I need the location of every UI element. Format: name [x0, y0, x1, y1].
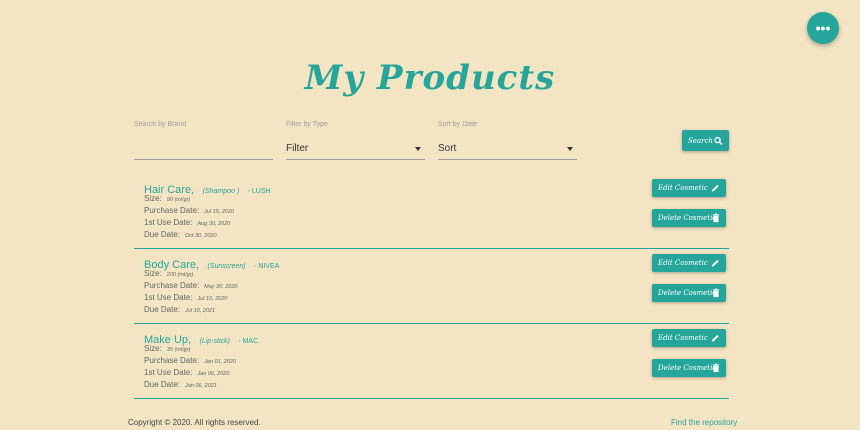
- brand-search-label: Search by Brand: [134, 121, 187, 128]
- edit-cosmetic-button[interactable]: Edit Cosmetic: [652, 254, 726, 272]
- copyright-text: Copyright © 2020. All rights reserved.: [128, 418, 261, 427]
- purchase-date-value: May 30, 2020: [204, 284, 238, 290]
- purchase-date-value: Jan 01, 2020: [204, 359, 236, 365]
- edit-cosmetic-label: Edit Cosmetic: [658, 334, 708, 342]
- product-type: (Sunscreen): [207, 263, 246, 270]
- trash-icon: [712, 288, 720, 298]
- type-filter-field[interactable]: Filter by Type Filter: [286, 121, 425, 160]
- first-use-date-label: 1st Use Date:: [144, 293, 193, 302]
- size-label: Size:: [144, 269, 162, 278]
- size-label: Size:: [144, 344, 162, 353]
- brand-search-field[interactable]: Search by Brand: [134, 121, 273, 160]
- delete-cosmetic-label: Delete Cosmetic: [658, 364, 717, 372]
- more-horiz-icon: •••: [815, 20, 831, 36]
- repository-link[interactable]: Find the repository: [671, 418, 737, 427]
- product-brand: - NIVEA: [254, 263, 280, 270]
- edit-cosmetic-label: Edit Cosmetic: [658, 259, 708, 267]
- due-date-label: Due Date:: [144, 305, 181, 314]
- due-date-value: Oct 30, 2020: [185, 233, 217, 239]
- size-value: 35 (ml/gr): [166, 347, 191, 353]
- more-options-button[interactable]: •••: [807, 12, 839, 44]
- due-date-value: Jul 10, 2021: [185, 308, 215, 314]
- first-use-date-value: Aug 30, 2020: [197, 221, 231, 227]
- purchase-date-label: Purchase Date:: [144, 281, 200, 290]
- size-value: 200 (ml/gr): [166, 272, 194, 278]
- type-filter-value: Filter: [286, 143, 309, 154]
- delete-cosmetic-button[interactable]: Delete Cosmetic: [652, 284, 726, 302]
- date-sort-value: Sort: [438, 143, 457, 154]
- delete-cosmetic-button[interactable]: Delete Cosmetic: [652, 209, 726, 227]
- pencil-icon: [711, 259, 719, 267]
- edit-cosmetic-label: Edit Cosmetic: [658, 184, 708, 192]
- page-title: My Products: [304, 58, 556, 98]
- first-use-date-label: 1st Use Date:: [144, 218, 193, 227]
- product-type: (Shampoo ): [202, 188, 240, 195]
- product-type: (Lip-stick): [199, 338, 230, 345]
- purchase-date-value: Jul 15, 2020: [204, 209, 235, 215]
- pencil-icon: [711, 184, 719, 192]
- brand-search-input[interactable]: [134, 139, 273, 160]
- search-icon: [714, 136, 723, 145]
- first-use-date-value: Jul 10, 2020: [197, 296, 228, 302]
- size-label: Size:: [144, 194, 162, 203]
- search-button-label: Search: [688, 136, 713, 145]
- dropdown-caret-icon: [415, 147, 421, 151]
- pencil-icon: [711, 334, 719, 342]
- first-use-date-value: Jan 06, 2020: [197, 371, 230, 377]
- edit-cosmetic-button[interactable]: Edit Cosmetic: [652, 179, 726, 197]
- edit-cosmetic-button[interactable]: Edit Cosmetic: [652, 329, 726, 347]
- delete-cosmetic-label: Delete Cosmetic: [658, 214, 717, 222]
- product-card: Hair Care, (Shampoo ) - LUSH Size: 90 (ml…: [134, 174, 729, 249]
- product-card: Make Up, (Lip-stick) - MAC Size: 35 (ml/g…: [134, 324, 729, 399]
- first-use-date-label: 1st Use Date:: [144, 368, 193, 377]
- purchase-date-label: Purchase Date:: [144, 206, 200, 215]
- date-sort-field[interactable]: Sort by Date Sort: [438, 121, 577, 160]
- date-sort-select[interactable]: Sort: [438, 139, 577, 160]
- dropdown-caret-icon: [567, 147, 573, 151]
- type-filter-select[interactable]: Filter: [286, 139, 425, 160]
- delete-cosmetic-label: Delete Cosmetic: [658, 289, 717, 297]
- due-date-value: Jan 06, 2021: [185, 383, 217, 389]
- date-sort-label: Sort by Date: [438, 121, 477, 128]
- purchase-date-label: Purchase Date:: [144, 356, 200, 365]
- trash-icon: [712, 363, 720, 373]
- size-value: 90 (ml/gr): [166, 197, 191, 203]
- product-card: Body Care, (Sunscreen) - NIVEA Size: 200 …: [134, 249, 729, 324]
- product-brand: - LUSH: [247, 188, 271, 195]
- trash-icon: [712, 213, 720, 223]
- product-brand: - MAC: [238, 338, 259, 345]
- type-filter-label: Filter by Type: [286, 121, 328, 128]
- due-date-label: Due Date:: [144, 380, 181, 389]
- search-button[interactable]: Search: [682, 130, 729, 151]
- due-date-label: Due Date:: [144, 230, 181, 239]
- delete-cosmetic-button[interactable]: Delete Cosmetic: [652, 359, 726, 377]
